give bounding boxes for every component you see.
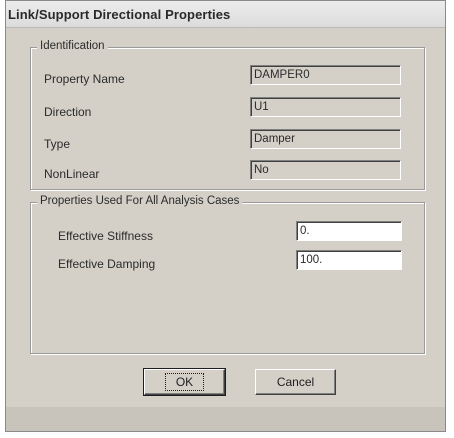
dialog-bottom-strip (6, 407, 445, 431)
type-label: Type (44, 137, 71, 151)
analysis-properties-group: Properties Used For All Analysis Cases E… (30, 195, 425, 354)
identification-legend: Identification (37, 40, 108, 52)
cancel-button-label: Cancel (276, 375, 315, 389)
title-bar[interactable]: Link/Support Directional Properties (6, 1, 445, 28)
nonlinear-label: NonLinear (44, 167, 100, 181)
effective-damping-label: Effective Damping (58, 257, 156, 271)
type-field: Damper (250, 129, 401, 149)
effective-stiffness-label: Effective Stiffness (58, 229, 153, 243)
identification-group: Identification Property Name DAMPER0 Dir… (30, 40, 425, 190)
analysis-properties-legend: Properties Used For All Analysis Cases (37, 195, 243, 207)
effective-damping-input[interactable]: 100. (296, 250, 402, 270)
direction-label: Direction (44, 105, 92, 119)
cancel-button[interactable]: Cancel (255, 369, 336, 395)
effective-stiffness-input[interactable]: 0. (296, 221, 402, 241)
nonlinear-field: No (250, 160, 401, 180)
ok-button-label: OK (164, 373, 205, 391)
ok-button[interactable]: OK (143, 368, 226, 396)
property-name-field: DAMPER0 (250, 65, 401, 85)
dialog-title: Link/Support Directional Properties (8, 7, 231, 22)
property-name-label: Property Name (44, 72, 125, 86)
link-support-directional-properties-dialog: Link/Support Directional Properties Iden… (5, 0, 446, 432)
direction-field: U1 (250, 97, 401, 117)
